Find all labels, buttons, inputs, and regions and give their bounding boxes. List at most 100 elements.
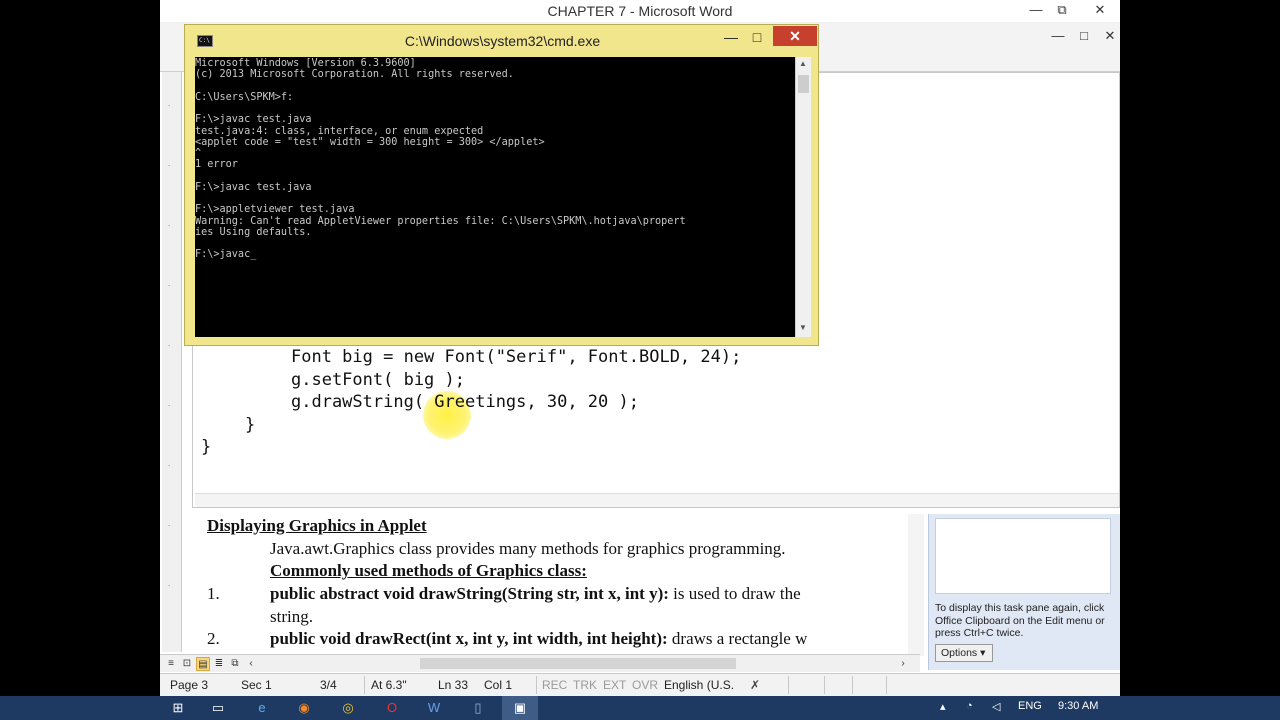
clock[interactable]: 9:30 AM — [1058, 700, 1098, 712]
network-icon[interactable]: ▴ — [940, 700, 946, 713]
console-line: F:\>javac test.java — [195, 181, 312, 193]
intro-text: class provides many methods for graphics… — [394, 539, 786, 558]
ruler-mark: · — [168, 582, 171, 590]
status-separator — [824, 676, 825, 694]
console-line: (c) 2013 Microsoft Corporation. All righ… — [195, 69, 514, 81]
cmd-minimize-button[interactable]: — — [717, 27, 745, 47]
opera-icon[interactable]: O — [374, 696, 410, 720]
status-separator — [886, 676, 887, 694]
firefox-icon[interactable]: ◉ — [286, 696, 322, 720]
console-line: test.java:4: class, interface, or enum e… — [195, 125, 484, 137]
scrollbar-thumb[interactable] — [798, 75, 809, 93]
notepad-icon[interactable]: ▯ — [460, 696, 496, 720]
status-language[interactable]: English (U.S. — [664, 678, 734, 692]
wifi-icon[interactable]: ◔ — [966, 700, 973, 712]
console-line: Warning: Can't read AppletViewer propert… — [195, 215, 686, 227]
word-close-button[interactable]: ✕ — [1086, 0, 1114, 20]
desktop: CHAPTER 7 - Microsoft Word — ⧉ ✕ — □ ✕ ·… — [0, 0, 1280, 720]
scroll-up-icon[interactable]: ▲ — [799, 59, 807, 68]
console-output[interactable]: Microsoft Windows [Version 6.3.9600] (c) … — [195, 57, 795, 337]
clipboard-list[interactable] — [935, 518, 1111, 594]
document-vertical-scrollbar[interactable] — [908, 514, 924, 656]
scrollbar-thumb[interactable] — [420, 658, 736, 669]
code-line: g.setFont( big ); — [291, 370, 465, 390]
code-line: } — [201, 437, 212, 457]
status-ovr[interactable]: OVR — [632, 678, 658, 692]
console-line: ^ — [195, 148, 202, 159]
doc-minimize-button[interactable]: — — [1044, 26, 1072, 46]
intro-class-name: Java.awt.Graphics — [270, 539, 395, 558]
status-position: At 6.3" — [371, 678, 407, 692]
cmd-vertical-scrollbar[interactable]: ▲ ▼ — [795, 57, 811, 337]
doc-close-button[interactable]: ✕ — [1096, 26, 1120, 46]
vertical-ruler: · · · · · · · · · — [162, 72, 182, 652]
chrome-icon[interactable]: ◎ — [330, 696, 366, 720]
status-separator — [536, 676, 537, 694]
spelling-check-icon[interactable]: ✗ — [750, 678, 760, 692]
ruler-mark: · — [168, 462, 171, 470]
ruler-mark: · — [168, 342, 171, 350]
list-number: 1. — [207, 584, 220, 603]
method-description: draws a rectangle w — [667, 629, 808, 648]
clipboard-task-pane: To display this task pane again, click O… — [928, 514, 1120, 670]
taskbar: ⊞ ▭ e ◉ ◎ O W ▯ ▣ ▴ ◔ ◁ ENG 9:30 AM — [0, 696, 1280, 720]
outline-view-icon[interactable]: ≣ — [212, 657, 226, 671]
scroll-right-icon[interactable]: › — [896, 657, 910, 671]
cmd-restore-button[interactable]: □ — [743, 27, 771, 47]
status-separator — [788, 676, 789, 694]
status-line: Ln 33 — [438, 678, 469, 692]
console-line: ies Using defaults. — [195, 226, 312, 238]
status-separator — [364, 676, 365, 694]
word-title: CHAPTER 7 - Microsoft Word — [547, 3, 733, 19]
options-button[interactable]: Options ▾ — [935, 644, 993, 662]
subheading: Commonly used methods of Graphics class: — [270, 561, 587, 580]
status-rec[interactable]: REC — [542, 678, 567, 692]
status-separator — [852, 676, 853, 694]
reading-layout-view-icon[interactable]: ⧉ — [228, 657, 242, 671]
cmd-icon[interactable]: ▣ — [502, 696, 538, 720]
file-explorer-icon[interactable]: ▭ — [200, 696, 236, 720]
ruler-mark: · — [168, 402, 171, 410]
cmd-close-button[interactable]: ✕ — [773, 26, 817, 46]
console-line: F:\>javac_ — [195, 249, 257, 261]
list-number: 2. — [207, 629, 220, 648]
list-item: public abstract void drawString(String s… — [270, 584, 801, 604]
internet-explorer-icon[interactable]: e — [244, 696, 280, 720]
web-layout-view-icon[interactable]: ⊡ — [180, 657, 194, 671]
volume-icon[interactable]: ◁ — [992, 700, 1000, 713]
scroll-down-icon[interactable]: ▼ — [799, 323, 807, 332]
normal-view-icon[interactable]: ≡ — [164, 657, 178, 671]
list-item-continuation: string. — [270, 607, 313, 626]
start-icon[interactable]: ⊞ — [160, 696, 196, 720]
method-signature: public void drawRect(int x, int y, int w… — [270, 629, 668, 648]
word-icon[interactable]: W — [416, 696, 452, 720]
ruler-mark: · — [168, 282, 171, 290]
document-page[interactable]: Displaying Graphics in Applet Java.awt.G… — [184, 514, 914, 654]
section-heading: Displaying Graphics in Applet — [207, 516, 427, 535]
language-indicator[interactable]: ENG — [1018, 700, 1042, 712]
code-horizontal-scrollbar[interactable] — [195, 493, 1119, 507]
doc-restore-button[interactable]: □ — [1070, 26, 1098, 46]
task-pane-message: To display this task pane again, click O… — [935, 602, 1105, 639]
scroll-left-icon[interactable]: ‹ — [244, 657, 258, 671]
console-line: F:\>javac test.java — [195, 114, 312, 126]
console-line: <applet code = "test" width = 300 height… — [195, 136, 545, 148]
word-minimize-button[interactable]: — — [1022, 0, 1050, 20]
document-horizontal-scrollbar[interactable]: ≡ ⊡ ▤ ≣ ⧉ ‹ › — [160, 654, 920, 672]
status-trk[interactable]: TRK — [573, 678, 597, 692]
ruler-mark: · — [168, 522, 171, 530]
console-text: Microsoft Windows [Version 6.3.9600] (c) … — [195, 57, 795, 261]
code-line: Font big = new Font("Serif", Font.BOLD, … — [291, 347, 742, 367]
word-titlebar[interactable]: CHAPTER 7 - Microsoft Word — ⧉ ✕ — [160, 0, 1120, 22]
console-line: 1 error — [195, 159, 238, 171]
print-layout-view-icon[interactable]: ▤ — [196, 657, 210, 671]
status-column: Col 1 — [484, 678, 513, 692]
status-ext[interactable]: EXT — [603, 678, 626, 692]
method-signature: public abstract void drawString(String s… — [270, 584, 669, 603]
word-restore-button[interactable]: ⧉ — [1048, 0, 1076, 20]
